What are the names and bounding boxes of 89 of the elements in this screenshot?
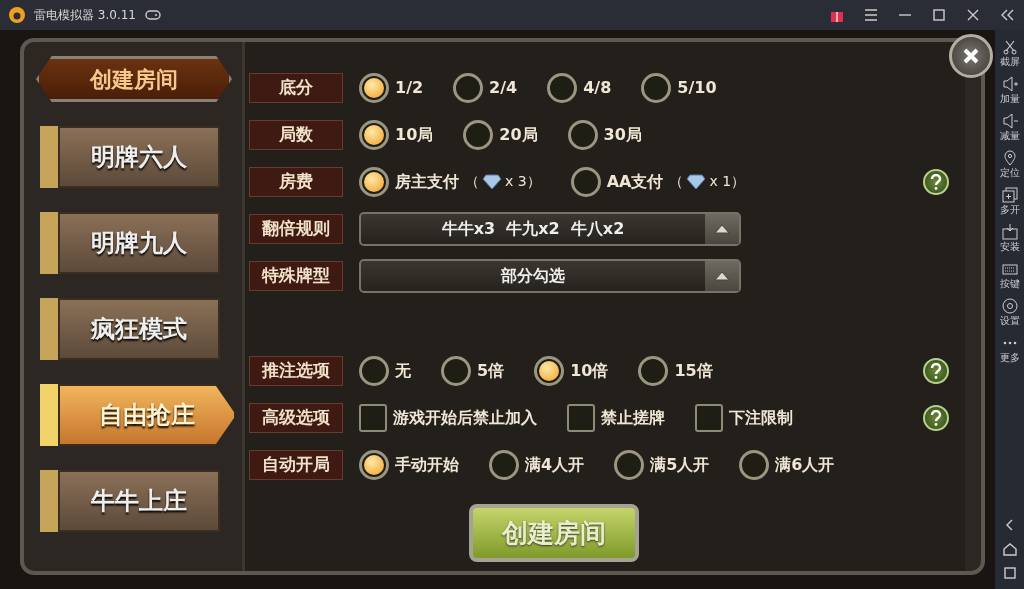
- radio-button[interactable]: [641, 72, 672, 103]
- radio-option[interactable]: 2/4: [453, 72, 518, 103]
- radio-option[interactable]: 20局: [463, 119, 538, 150]
- diamond-icon: [482, 173, 502, 190]
- radio-button[interactable]: [359, 449, 389, 480]
- radio-button[interactable]: [547, 72, 578, 103]
- volume-down-icon: [1000, 112, 1019, 130]
- toolbar-button[interactable]: 设置: [999, 297, 1020, 326]
- menu-icon[interactable]: [862, 6, 880, 24]
- home-icon[interactable]: [1001, 541, 1018, 557]
- setting-label: 自动开局: [249, 449, 343, 480]
- recent-apps-icon[interactable]: [1001, 565, 1018, 581]
- toolbar-button[interactable]: 安装: [999, 223, 1020, 252]
- radio-button[interactable]: [570, 166, 601, 197]
- cost-bracket: （: [465, 172, 479, 191]
- settings-icon: [1000, 297, 1019, 315]
- radio-button[interactable]: [534, 355, 565, 386]
- checkbox[interactable]: [567, 403, 595, 432]
- app-logo-icon: [8, 6, 26, 24]
- radio-option[interactable]: 满5人开: [614, 449, 710, 480]
- radio-button[interactable]: [359, 72, 389, 103]
- checkbox[interactable]: [695, 403, 723, 432]
- setting-label: 特殊牌型: [249, 260, 343, 291]
- cost-bracket: （: [669, 172, 684, 191]
- radio-button[interactable]: [614, 449, 645, 480]
- radio-button[interactable]: [441, 355, 471, 386]
- question-mark-icon: [930, 173, 942, 190]
- radio-button[interactable]: [359, 119, 389, 150]
- toolbar-button[interactable]: 加量: [999, 75, 1020, 104]
- setting-label: 房费: [249, 166, 343, 197]
- radio-option[interactable]: AA支付 （ x 1）: [570, 166, 746, 197]
- toolbar-button[interactable]: 多开: [999, 186, 1020, 215]
- radio-button[interactable]: [359, 355, 389, 386]
- radio-option[interactable]: 手动开始: [359, 449, 459, 480]
- radio-option[interactable]: 满4人开: [489, 449, 585, 480]
- setting-label: 底分: [249, 72, 343, 103]
- window-title: 雷电模拟器 3.0.11: [34, 7, 136, 24]
- radio-option[interactable]: 5/10: [641, 72, 717, 103]
- radio-option[interactable]: 10倍: [534, 355, 609, 386]
- checkbox-option[interactable]: 下注限制: [695, 403, 793, 432]
- help-button[interactable]: [923, 404, 949, 431]
- toolbar-button[interactable]: 截屏: [999, 38, 1020, 67]
- radio-option[interactable]: 满6人开: [739, 449, 835, 480]
- radio-button[interactable]: [359, 166, 389, 197]
- dropdown[interactable]: 牛牛x3 牛九x2 牛八x2: [359, 211, 741, 246]
- checkbox-option[interactable]: 游戏开始后禁止加入: [359, 403, 537, 432]
- scissors-icon: [1000, 38, 1019, 56]
- radio-button[interactable]: [453, 72, 484, 103]
- radio-button[interactable]: [463, 119, 494, 150]
- volume-up-icon: [1000, 75, 1019, 93]
- radio-option[interactable]: 无: [359, 355, 411, 386]
- setting-label: 翻倍规则: [249, 213, 343, 244]
- toolbar-button[interactable]: 按键: [999, 260, 1020, 289]
- radio-option[interactable]: 15倍: [638, 355, 713, 386]
- help-button[interactable]: [923, 357, 949, 384]
- setting-label: 推注选项: [249, 355, 343, 386]
- setting-label: 局数: [249, 119, 343, 150]
- question-mark-icon: [930, 362, 942, 379]
- cost-amount: x 1）: [709, 172, 746, 191]
- radio-option[interactable]: 10局: [359, 119, 434, 150]
- diamond-icon: [686, 173, 707, 190]
- panel-title: 创建房间: [36, 56, 232, 102]
- toolbar-button[interactable]: 更多: [999, 334, 1020, 363]
- cost-amount: x 3）: [505, 172, 541, 191]
- dropdown[interactable]: 部分勾选: [359, 258, 741, 293]
- radio-option[interactable]: 5倍: [441, 355, 505, 386]
- radio-button[interactable]: [489, 449, 519, 480]
- windows-icon: [1000, 186, 1019, 204]
- question-mark-icon: [930, 409, 942, 426]
- radio-option[interactable]: 房主支付 （ x 3）: [359, 166, 541, 197]
- maximize-icon[interactable]: [930, 6, 948, 24]
- caret-icon: [713, 269, 731, 282]
- checkbox[interactable]: [359, 403, 387, 432]
- radio-button[interactable]: [638, 355, 669, 386]
- radio-option[interactable]: 1/2: [359, 72, 424, 103]
- radio-button[interactable]: [739, 449, 770, 480]
- more-icon: [1002, 341, 1017, 345]
- help-button[interactable]: [923, 168, 949, 195]
- toolbar-button[interactable]: 定位: [999, 149, 1020, 178]
- radio-option[interactable]: 4/8: [547, 72, 612, 103]
- caret-icon: [713, 222, 731, 235]
- radio-button[interactable]: [567, 119, 598, 150]
- setting-label: 高级选项: [249, 402, 343, 433]
- radio-option[interactable]: 30局: [567, 119, 642, 150]
- close-icon: [961, 46, 981, 66]
- close-button[interactable]: [949, 34, 993, 78]
- toolbar-button[interactable]: 减量: [999, 112, 1020, 141]
- checkbox-option[interactable]: 禁止搓牌: [567, 403, 665, 432]
- install-icon: [1000, 223, 1019, 241]
